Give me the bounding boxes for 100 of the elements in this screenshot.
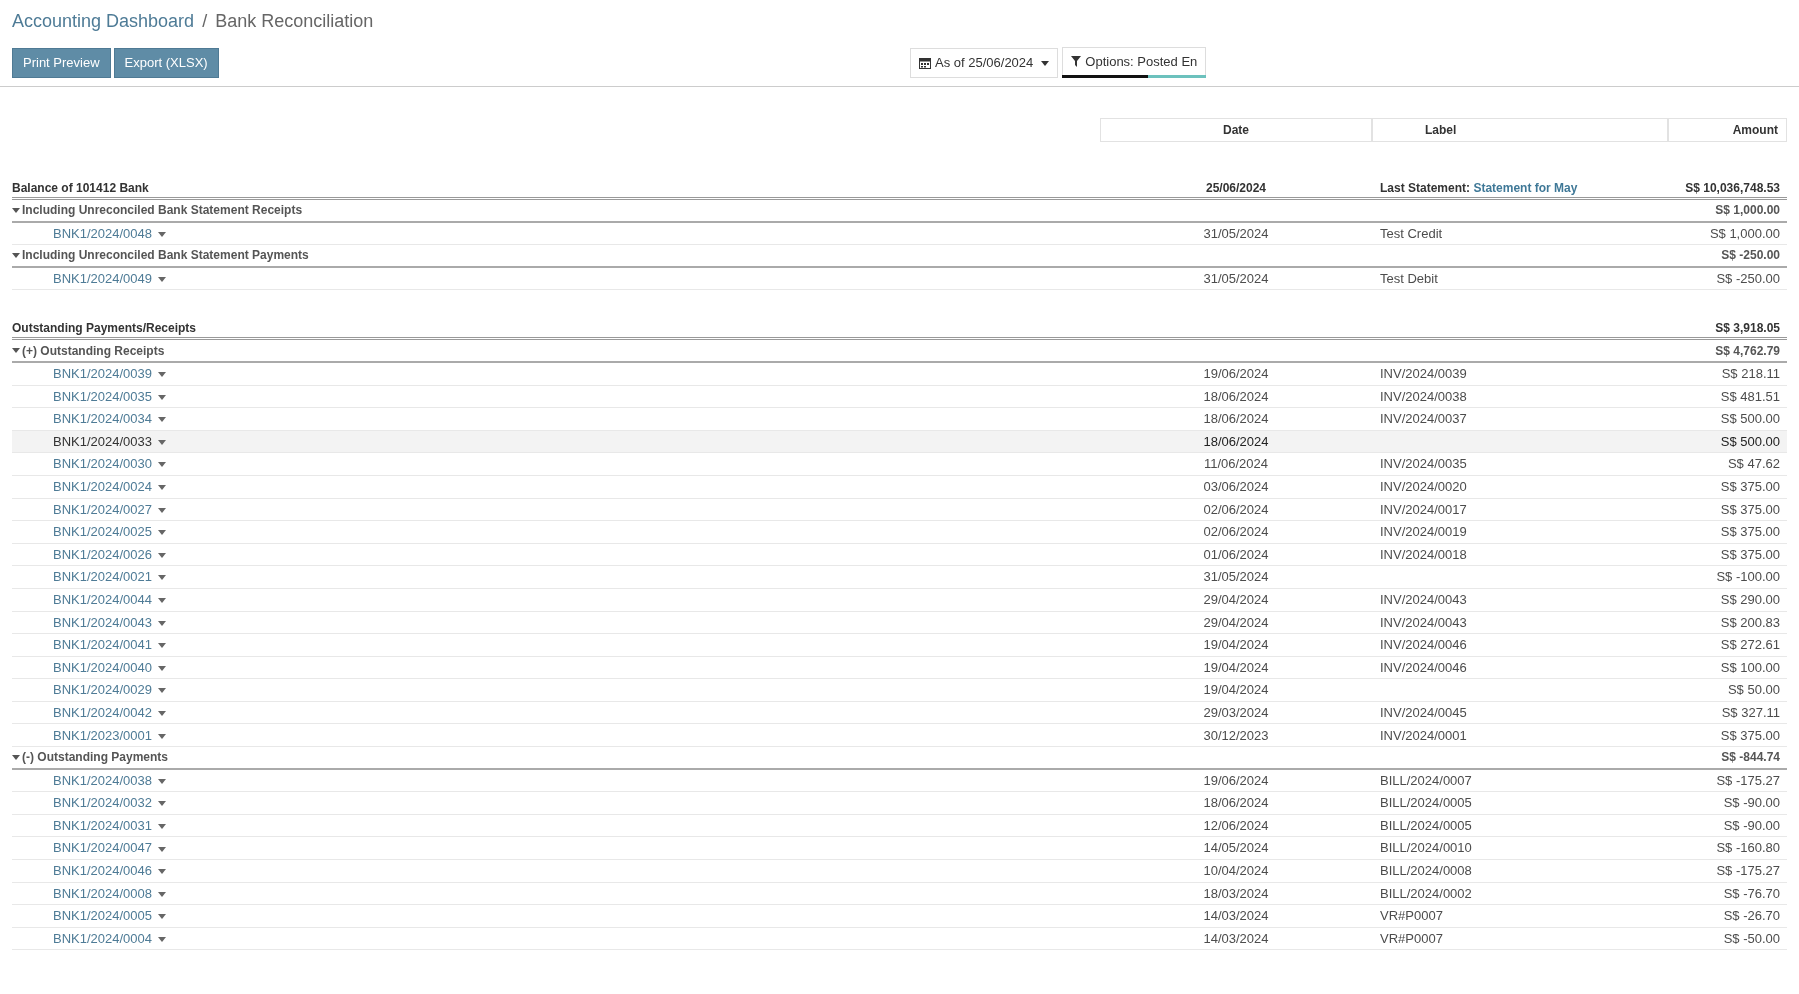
table-row[interactable]: BNK1/2024/0004 14/03/2024 VR#P0007 S$ -50.00 bbox=[12, 927, 1787, 951]
table-row[interactable]: BNK1/2024/0033 18/06/2024 S$ 500.00 bbox=[12, 430, 1787, 454]
caret-icon bbox=[158, 823, 167, 829]
table-row[interactable]: BNK1/2024/0008 18/03/2024 BILL/2024/0002 S$ -76.70 bbox=[12, 882, 1787, 906]
caret-icon bbox=[158, 936, 167, 942]
date-cell-text: 31/05/2024 bbox=[1202, 568, 1270, 587]
amount-cell-text: S$ -90.00 bbox=[1722, 794, 1781, 813]
table-row[interactable]: BNK1/2024/0031 12/06/2024 BILL/2024/0005 S$ -90.00 bbox=[12, 814, 1787, 838]
label-cell-text: INV/2024/0043 bbox=[1379, 590, 1468, 609]
amount-cell-text: S$ 375.00 bbox=[1719, 500, 1781, 519]
table-row[interactable]: BNK1/2024/0026 01/06/2024 INV/2024/0018 S$ 375.00 bbox=[12, 543, 1787, 567]
entry-link[interactable]: BNK1/2024/0021 bbox=[53, 567, 153, 587]
export-button[interactable]: Export (XLSX) bbox=[113, 47, 219, 78]
table-row[interactable]: BNK1/2024/0035 18/06/2024 INV/2024/0038 S$ 481.51 bbox=[12, 385, 1787, 409]
label-cell-text: VR#P0007 bbox=[1379, 929, 1444, 948]
group-toggle[interactable]: Including Unreconciled Bank Statement Receipts bbox=[12, 201, 1100, 220]
group-toggle[interactable]: (-) Outstanding Payments bbox=[12, 748, 1100, 767]
label-cell-text: INV/2024/0039 bbox=[1379, 365, 1468, 383]
table-row[interactable]: BNK1/2024/0049 31/05/2024 Test Debit S$ -250.00 bbox=[12, 267, 1787, 291]
entry-link[interactable]: BNK1/2024/0042 bbox=[53, 702, 153, 723]
entry-link[interactable]: BNK1/2024/0032 bbox=[53, 793, 153, 813]
entry-link[interactable]: BNK1/2024/0039 bbox=[53, 364, 153, 384]
date-cell-text: 02/06/2024 bbox=[1202, 523, 1270, 542]
table-row[interactable]: BNK1/2024/0041 19/04/2024 INV/2024/0046 S$ 272.61 bbox=[12, 634, 1787, 657]
amount-cell-text: S$ -26.70 bbox=[1722, 907, 1781, 926]
table-row[interactable]: BNK1/2024/0038 19/06/2024 BILL/2024/0007 S$ -175.27 bbox=[12, 769, 1787, 793]
label-cell-text: BILL/2024/0002 bbox=[1379, 884, 1473, 903]
caret-icon bbox=[12, 754, 20, 760]
entry-link[interactable]: BNK1/2024/0033 bbox=[53, 431, 153, 452]
entry-link[interactable]: BNK1/2024/0008 bbox=[53, 883, 153, 904]
date-cell-text: 29/04/2024 bbox=[1202, 590, 1270, 609]
entry-link[interactable]: BNK1/2024/0004 bbox=[53, 928, 153, 949]
entry-link[interactable]: BNK1/2024/0048 bbox=[53, 223, 153, 244]
group-amount: S$ -250.00 bbox=[1720, 247, 1781, 265]
entry-link[interactable]: BNK1/2024/0035 bbox=[53, 386, 153, 407]
table-row[interactable]: BNK1/2024/0021 31/05/2024 S$ -100.00 bbox=[12, 566, 1787, 589]
caret-icon bbox=[158, 778, 167, 784]
caret-icon bbox=[158, 869, 167, 875]
table-row[interactable]: BNK1/2024/0032 18/06/2024 BILL/2024/0005 S$ -90.00 bbox=[12, 792, 1787, 815]
entry-link[interactable]: BNK1/2024/0043 bbox=[53, 612, 153, 633]
breadcrumb-link[interactable]: Accounting Dashboard bbox=[12, 8, 195, 35]
entry-link[interactable]: BNK1/2024/0025 bbox=[53, 522, 153, 542]
entry-link[interactable]: BNK1/2024/0005 bbox=[53, 906, 153, 926]
entry-link[interactable]: BNK1/2024/0047 bbox=[53, 838, 153, 858]
entry-link[interactable]: BNK1/2024/0024 bbox=[53, 477, 153, 497]
table-row[interactable]: BNK1/2024/0024 03/06/2024 INV/2024/0020 S$ 375.00 bbox=[12, 475, 1787, 499]
amount-cell-text: S$ -100.00 bbox=[1715, 568, 1781, 587]
date-cell-text: 03/06/2024 bbox=[1202, 478, 1270, 496]
caret-icon bbox=[158, 846, 167, 852]
table-row[interactable]: BNK1/2024/0047 14/05/2024 BILL/2024/0010 S$ -160.80 bbox=[12, 837, 1787, 861]
table-row[interactable]: BNK1/2024/0029 19/04/2024 S$ 50.00 bbox=[12, 679, 1787, 702]
caret-icon bbox=[158, 665, 167, 671]
label-cell-text: INV/2024/0035 bbox=[1379, 455, 1468, 474]
table-row[interactable]: BNK1/2024/0042 29/03/2024 INV/2024/0045 S$ 327.11 bbox=[12, 701, 1787, 725]
table-row[interactable]: BNK1/2024/0048 31/05/2024 Test Credit S$ 1,000.00 bbox=[12, 222, 1787, 246]
entry-link[interactable]: BNK1/2024/0041 bbox=[53, 635, 153, 655]
section-amount: S$ 10,036,748.53 bbox=[1684, 179, 1781, 197]
entry-link[interactable]: BNK1/2024/0026 bbox=[53, 544, 153, 565]
table-row[interactable]: BNK1/2024/0040 19/04/2024 INV/2024/0046 S$ 100.00 bbox=[12, 656, 1787, 680]
entry-link[interactable]: BNK1/2024/0031 bbox=[53, 815, 153, 836]
table-row[interactable]: BNK1/2024/0044 29/04/2024 INV/2024/0043 S$ 290.00 bbox=[12, 588, 1787, 612]
table-row[interactable]: BNK1/2024/0043 29/04/2024 INV/2024/0043 S$ 200.83 bbox=[12, 611, 1787, 635]
label-cell-text: INV/2024/0046 bbox=[1379, 658, 1468, 677]
entry-link[interactable]: BNK1/2023/0001 bbox=[53, 725, 153, 745]
table-row[interactable]: BNK1/2024/0005 14/03/2024 VR#P0007 S$ -26.70 bbox=[12, 905, 1787, 928]
print-preview-button[interactable]: Print Preview bbox=[12, 47, 111, 78]
label-cell-text: INV/2024/0038 bbox=[1379, 387, 1468, 406]
entry-link[interactable]: BNK1/2024/0040 bbox=[53, 657, 153, 678]
group-toggle[interactable]: (+) Outstanding Receipts bbox=[12, 341, 1100, 360]
entry-link[interactable]: BNK1/2024/0029 bbox=[53, 680, 153, 700]
section-title: Outstanding Payments/Receipts bbox=[12, 319, 198, 337]
entry-link[interactable]: BNK1/2024/0038 bbox=[53, 770, 153, 791]
caret-icon bbox=[158, 552, 167, 558]
group-amount: S$ -844.74 bbox=[1720, 749, 1781, 767]
table-row[interactable]: BNK1/2024/0039 19/06/2024 INV/2024/0039 S$ 218.11 bbox=[12, 362, 1787, 386]
amount-cell-text: S$ -175.27 bbox=[1715, 771, 1781, 790]
entry-link[interactable]: BNK1/2024/0046 bbox=[53, 861, 153, 881]
table-row[interactable]: BNK1/2024/0025 02/06/2024 INV/2024/0019 S$ 375.00 bbox=[12, 521, 1787, 544]
entry-link[interactable]: BNK1/2024/0030 bbox=[53, 454, 153, 474]
group-toggle[interactable]: Including Unreconciled Bank Statement Payments bbox=[12, 246, 1100, 265]
statement-link[interactable]: Statement for May bbox=[1473, 180, 1578, 195]
entry-link[interactable]: BNK1/2024/0049 bbox=[53, 268, 153, 289]
entry-link[interactable]: BNK1/2024/0027 bbox=[53, 499, 153, 520]
date-filter-button[interactable]: As of 25/06/2024 bbox=[910, 47, 1059, 78]
entry-link[interactable]: BNK1/2024/0034 bbox=[53, 409, 153, 429]
amount-cell-text: S$ 47.62 bbox=[1726, 455, 1781, 474]
amount-cell-text: S$ 50.00 bbox=[1726, 681, 1781, 700]
filter-icon bbox=[1071, 56, 1082, 67]
amount-cell-text: S$ -250.00 bbox=[1715, 269, 1781, 288]
table-row[interactable]: BNK1/2024/0030 11/06/2024 INV/2024/0035 S$ 47.62 bbox=[12, 453, 1787, 476]
label-cell-text: VR#P0007 bbox=[1379, 907, 1444, 926]
table-row[interactable]: BNK1/2024/0046 10/04/2024 BILL/2024/0008 S$ -175.27 bbox=[12, 860, 1787, 883]
table-row[interactable]: BNK1/2023/0001 30/12/2023 INV/2024/0001 S$ 375.00 bbox=[12, 724, 1787, 748]
entry-link[interactable]: BNK1/2024/0044 bbox=[53, 589, 153, 610]
table-row[interactable]: BNK1/2024/0034 18/06/2024 INV/2024/0037 S$ 500.00 bbox=[12, 408, 1787, 431]
label-cell-text: INV/2024/0020 bbox=[1379, 478, 1468, 496]
table-row[interactable]: BNK1/2024/0027 02/06/2024 INV/2024/0017 S$ 375.00 bbox=[12, 498, 1787, 522]
date-cell-text: 14/03/2024 bbox=[1202, 907, 1270, 926]
date-cell-text: 12/06/2024 bbox=[1202, 816, 1270, 835]
section-title: Balance of 101412 Bank bbox=[12, 179, 150, 197]
